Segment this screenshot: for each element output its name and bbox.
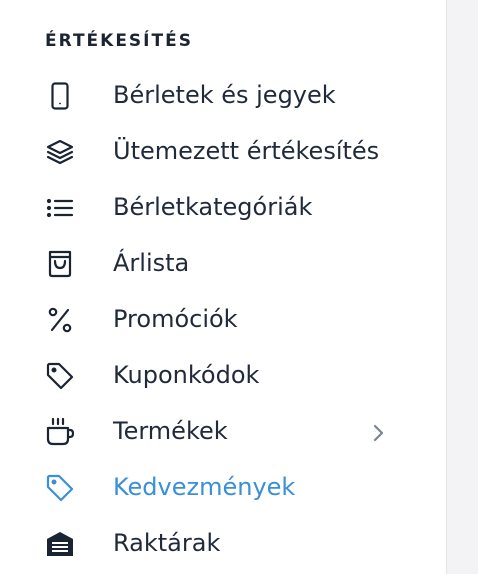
menu-item-label: Bérletkategóriák <box>113 193 313 221</box>
menu-item-label: Termékek <box>113 417 228 445</box>
menu-item-label: Bérletek és jegyek <box>113 81 336 109</box>
tag-icon <box>44 472 76 504</box>
menu-item-pass-categories[interactable]: Bérletkategóriák <box>0 178 446 234</box>
menu-item-scheduled-sales[interactable]: Ütemezett értékesítés <box>0 122 446 178</box>
chevron-right-icon[interactable] <box>368 422 388 444</box>
coffee-cup-icon <box>44 416 76 448</box>
menu-item-coupon-codes[interactable]: Kuponkódok <box>0 346 446 402</box>
phone-icon <box>44 80 76 112</box>
menu-item-label: Kuponkódok <box>113 361 260 389</box>
shopping-bag-icon <box>44 248 76 280</box>
list-icon <box>44 192 76 224</box>
menu-item-discounts[interactable]: Kedvezmények <box>0 458 446 514</box>
content-pane-edge <box>446 0 478 574</box>
sidebar: ÉRTÉKESÍTÉS Bérletek és jegyek Ütemezett… <box>0 0 446 574</box>
menu-item-label: Kedvezmények <box>113 473 296 501</box>
tag-icon <box>44 360 76 392</box>
menu-item-price-list[interactable]: Árlista <box>0 234 446 290</box>
menu-item-label: Árlista <box>113 249 190 277</box>
menu-item-passes-and-tickets[interactable]: Bérletek és jegyek <box>0 66 446 122</box>
menu-item-label: Ütemezett értékesítés <box>113 137 380 165</box>
menu-item-label: Raktárak <box>113 529 221 557</box>
percent-icon <box>44 304 76 336</box>
menu-item-products[interactable]: Termékek <box>0 402 446 458</box>
menu-item-promotions[interactable]: Promóciók <box>0 290 446 346</box>
menu-item-label: Promóciók <box>113 305 238 333</box>
section-title: ÉRTÉKESÍTÉS <box>45 31 193 51</box>
menu-item-warehouses[interactable]: Raktárak <box>0 514 446 570</box>
layers-icon <box>44 136 76 168</box>
warehouse-icon <box>44 528 76 560</box>
